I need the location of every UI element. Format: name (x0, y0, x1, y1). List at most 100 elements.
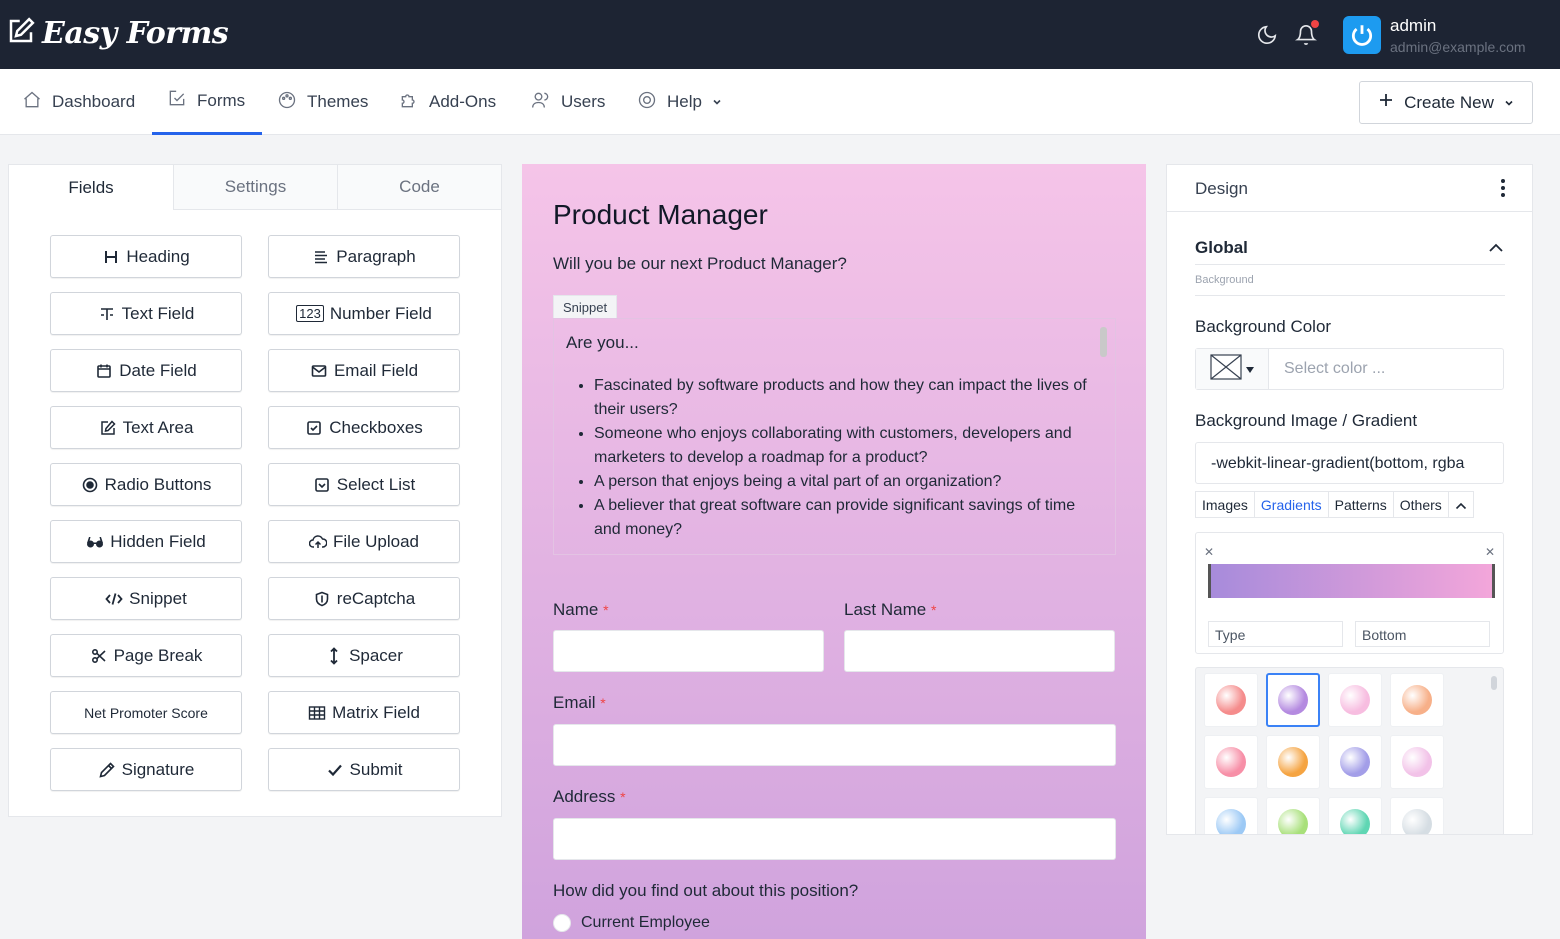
remove-stop-icon[interactable]: ✕ (1204, 545, 1214, 559)
field-checkboxes-button[interactable]: Checkboxes (268, 406, 460, 449)
gradient-type-field[interactable]: Type (1208, 621, 1343, 647)
tab-gradients[interactable]: Gradients (1254, 492, 1329, 517)
field-heading-button[interactable]: Heading (50, 235, 242, 278)
tab-patterns[interactable]: Patterns (1328, 492, 1394, 517)
nav-themes[interactable]: Themes (277, 69, 368, 135)
field-date-field-button[interactable]: Date Field (50, 349, 242, 392)
field-recaptcha-button[interactable]: reCaptcha (268, 577, 460, 620)
gradient-preset-swatch[interactable] (1390, 673, 1444, 727)
email-input[interactable] (553, 724, 1116, 766)
bell-icon[interactable] (1293, 20, 1319, 48)
name-label-text: Name (553, 600, 599, 619)
nav-themes-label: Themes (307, 92, 369, 111)
required-marker: * (930, 602, 937, 618)
background-subsection-label: Background (1195, 274, 1254, 286)
nav-help[interactable]: Help (637, 69, 722, 135)
user-name[interactable]: admin (1390, 16, 1436, 36)
chevron-up-icon (1455, 497, 1467, 513)
nav-dashboard[interactable]: Dashboard (22, 69, 135, 135)
presets-scrollbar[interactable] (1491, 676, 1497, 690)
field-net-promoter-score-label: Net Promoter Score (84, 704, 208, 721)
text-field-icon (98, 305, 116, 323)
glasses-icon (86, 533, 104, 551)
remove-stop-icon[interactable]: ✕ (1485, 545, 1495, 559)
nav-addons[interactable]: Add-Ons (399, 69, 496, 135)
preset-color-dot (1278, 809, 1308, 834)
field-page-break-button[interactable]: Page Break (50, 634, 242, 677)
address-label: Address * (553, 787, 626, 807)
collapse-tabs-button[interactable] (1448, 492, 1473, 517)
field-matrix-field-button[interactable]: Matrix Field (268, 691, 460, 734)
tab-code[interactable]: Code (337, 165, 501, 210)
gradient-preset-swatch[interactable] (1204, 797, 1258, 834)
gradient-preset-swatch[interactable] (1266, 673, 1320, 727)
field-hidden-field-label: Hidden Field (110, 531, 206, 551)
address-input[interactable] (553, 818, 1116, 860)
snippet-block[interactable]: Are you... Fascinated by software produc… (553, 318, 1116, 555)
name-input[interactable] (553, 630, 824, 672)
brand-logo[interactable]: Easy Forms (6, 16, 229, 51)
tab-images[interactable]: Images (1196, 492, 1255, 517)
tab-settings[interactable]: Settings (173, 165, 337, 210)
nav-forms[interactable]: Forms (152, 69, 262, 135)
field-radio-buttons-button[interactable]: Radio Buttons (50, 463, 242, 506)
radio-current-employee-label[interactable]: Current Employee (581, 914, 710, 932)
gradient-preset-swatch[interactable] (1266, 797, 1320, 834)
form-title[interactable]: Product Manager (553, 199, 768, 231)
gradient-presets (1195, 667, 1504, 834)
select-icon (313, 476, 331, 494)
gradient-source-tabs: Images Gradients Patterns Others (1195, 491, 1474, 518)
snippet-list: Fascinated by software products and how … (594, 374, 1094, 542)
background-color-picker[interactable]: Select color ... (1195, 348, 1504, 390)
question-label: How did you find out about this position… (553, 881, 859, 900)
field-text-field-button[interactable]: Text Field (50, 292, 242, 335)
field-email-field-button[interactable]: Email Field (268, 349, 460, 392)
field-net-promoter-score-button[interactable]: Net Promoter Score (50, 691, 242, 734)
gradient-preset-swatch[interactable] (1204, 673, 1258, 727)
field-signature-button[interactable]: Signature (50, 748, 242, 791)
gradient-preset-swatch[interactable] (1328, 797, 1382, 834)
gradient-preview-bar[interactable] (1208, 564, 1495, 598)
more-options-icon[interactable] (1500, 179, 1506, 197)
field-hidden-field-button[interactable]: Hidden Field (50, 520, 242, 563)
radio-current-employee[interactable] (553, 914, 571, 932)
design-panel-header: Design (1167, 165, 1532, 212)
snippet-scrollbar[interactable] (1100, 327, 1107, 357)
create-new-button[interactable]: Create New (1359, 81, 1533, 124)
field-spacer-button[interactable]: Spacer (268, 634, 460, 677)
gradient-input[interactable]: -webkit-linear-gradient(bottom, rgba (1195, 442, 1504, 484)
moon-icon[interactable] (1254, 22, 1280, 48)
gradient-preset-swatch[interactable] (1328, 673, 1382, 727)
gradient-preset-swatch[interactable] (1328, 735, 1382, 789)
tab-others[interactable]: Others (1393, 492, 1449, 517)
table-icon (308, 704, 326, 722)
check-icon (326, 761, 344, 779)
avatar[interactable] (1343, 16, 1381, 54)
color-swatch-button[interactable] (1196, 349, 1269, 389)
field-file-upload-button[interactable]: File Upload (268, 520, 460, 563)
global-section-title[interactable]: Global (1195, 238, 1248, 258)
field-text-area-button[interactable]: Text Area (50, 406, 242, 449)
gradient-preset-swatch[interactable] (1390, 735, 1444, 789)
last-name-input[interactable] (844, 630, 1115, 672)
field-submit-button[interactable]: Submit (268, 748, 460, 791)
gradient-preset-swatch[interactable] (1204, 735, 1258, 789)
nav-users[interactable]: Users (531, 69, 605, 135)
field-paragraph-button[interactable]: Paragraph (268, 235, 460, 278)
field-number-field-button[interactable]: 123 Number Field (268, 292, 460, 335)
preset-color-dot (1402, 685, 1432, 715)
form-subtitle[interactable]: Will you be our next Product Manager? (553, 254, 847, 274)
number-icon: 123 (296, 305, 324, 322)
chevron-up-icon[interactable] (1488, 241, 1504, 259)
gradient-preset-swatch[interactable] (1266, 735, 1320, 789)
gradient-direction-field[interactable]: Bottom (1355, 621, 1490, 647)
tab-fields[interactable]: Fields (9, 165, 173, 210)
preset-color-dot (1216, 747, 1246, 777)
nav-help-label: Help (667, 92, 702, 111)
field-snippet-button[interactable]: Snippet (50, 577, 242, 620)
last-name-label: Last Name * (844, 600, 936, 620)
field-select-list-button[interactable]: Select List (268, 463, 460, 506)
scissors-icon (90, 647, 108, 665)
gradient-preset-swatch[interactable] (1390, 797, 1444, 834)
field-heading-label: Heading (126, 246, 190, 266)
